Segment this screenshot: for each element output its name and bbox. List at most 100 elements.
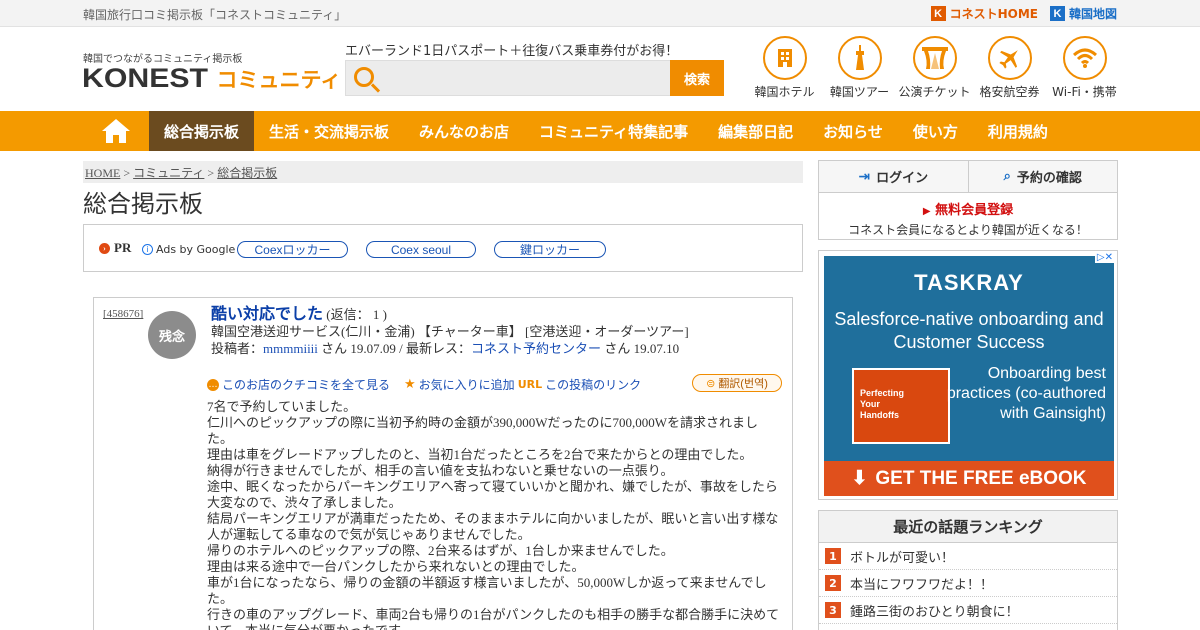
ranking-item[interactable]: 3 鍾路三街のおひとり朝食に！ bbox=[819, 597, 1117, 624]
member-note: コネスト会員になるとより韓国が近くなる！ bbox=[848, 223, 1088, 237]
breadcrumb-home[interactable]: HOME bbox=[85, 166, 120, 180]
post-body-line: 車が1台になったなら、帰りの金額の半額返す様言いましたが、50,000Wしか返っ… bbox=[207, 575, 767, 606]
konest-home-label: コネストHOME bbox=[949, 7, 1038, 21]
reply-count: (返信： 1 ) bbox=[326, 307, 387, 322]
post-body-line: 帰りのホテルへのピックアップの際、2台来るはずが、1台しか来ませんでした。 bbox=[207, 543, 674, 558]
promo-text[interactable]: エバーランド1日パスポート＋往復バス乗車券付がお得！ bbox=[345, 40, 678, 59]
shop-reviews-link[interactable]: … このお店のクチコミを全て見る bbox=[207, 376, 390, 393]
post-id[interactable]: [458676] bbox=[103, 308, 143, 320]
register-link[interactable]: ▶ 無料会員登録 bbox=[819, 199, 1117, 218]
ranking-label: 本当にフワフワだよ！！ bbox=[850, 577, 994, 593]
ranking-item[interactable]: 2 本当にフワフワだよ！！ bbox=[819, 570, 1117, 597]
search-icon bbox=[354, 67, 374, 87]
ad-pill-coex-seoul[interactable]: Coex seoul bbox=[366, 241, 476, 258]
nav-item-general-board[interactable]: 総合掲示板 bbox=[149, 111, 255, 151]
nav-home-button[interactable] bbox=[83, 111, 149, 151]
site-logo[interactable]: KONEST コミュニティ bbox=[82, 63, 341, 94]
translate-button[interactable]: ⊜ 翻訳(번역) bbox=[692, 374, 782, 392]
post-body: 7名で予約していました。 仁川へのピックアップの際に当初予約時の金額が390,0… bbox=[207, 399, 782, 630]
poster-name[interactable]: mmmmiiii bbox=[263, 341, 318, 356]
ad-banner[interactable]: TASKRAY Salesforce-native onboarding and… bbox=[818, 250, 1118, 500]
korea-map-link[interactable]: K 韓国地図 bbox=[1049, 5, 1117, 22]
login-label: ログイン bbox=[876, 171, 929, 186]
post-card: [458676] 残念 酷い対応でした (返信： 1 ) 韓国空港送迎サービス(… bbox=[93, 297, 793, 630]
favorite-link[interactable]: ★ お気に入りに追加 URL この投稿のリンク bbox=[404, 376, 641, 393]
translate-icon: ⊜ bbox=[706, 377, 716, 390]
search-input[interactable] bbox=[386, 65, 666, 91]
ad-choices-icon[interactable]: ▷✕ bbox=[1094, 252, 1115, 263]
post-body-line: 結局パーキングエリアが満車だったため、そのままホテルに向かいましたが、眠いと言い… bbox=[207, 511, 779, 542]
post-body-line: 仁川へのピックアップの際に当初予約時の金額が390,000Wだったのに700,0… bbox=[207, 415, 759, 446]
konest-k-icon: K bbox=[930, 6, 946, 21]
login-box: ⇥ ログイン ⌕ 予約の確認 ▶ 無料会員登録 コネスト会員になるとより韓国が近… bbox=[818, 160, 1118, 240]
login-button[interactable]: ⇥ ログイン bbox=[819, 161, 968, 192]
ranking-label: ボトルが可愛い！ bbox=[850, 550, 955, 566]
breadcrumb-sep: > bbox=[120, 166, 134, 180]
search-box bbox=[345, 60, 671, 96]
translate-label: 翻訳(번역) bbox=[718, 378, 768, 390]
login-icon: ⇥ bbox=[858, 168, 871, 185]
ad-cta-button[interactable]: ⬇ GET THE FREE eBOOK bbox=[824, 461, 1114, 496]
url-tag: URL bbox=[517, 378, 543, 391]
main-nav: 総合掲示板 生活・交流掲示板 みんなのお店 コミュニティ特集記事 編集部日記 お… bbox=[0, 111, 1200, 151]
pr-text: PR bbox=[114, 240, 132, 255]
last-reply-user[interactable]: コネスト予約センター bbox=[471, 341, 601, 356]
quick-nav-flight[interactable]: 格安航空券 bbox=[972, 36, 1047, 100]
ad-cta-label: GET THE FREE eBOOK bbox=[875, 467, 1087, 489]
post-body-line: 理由は来る途中で一台パンクしたから来れないとの理由でした。 bbox=[207, 559, 585, 574]
quick-nav-ticket[interactable]: 公演チケット bbox=[897, 36, 972, 100]
theater-icon bbox=[912, 36, 957, 80]
poster-prefix: 投稿者： bbox=[211, 341, 264, 356]
poster-suffix: さん 19.07.09 / 最新レス： bbox=[317, 341, 472, 356]
quick-nav-label: 韓国ホテル bbox=[754, 85, 815, 99]
post-meta: 酷い対応でした (返信： 1 ) 韓国空港送迎サービス(仁川・金浦) 【チャータ… bbox=[211, 306, 689, 357]
pr-label: › PR bbox=[99, 240, 131, 256]
post-body-line: 納得が行きませんでしたが、相手の言い値を支払わないと乗せないの一点張り。 bbox=[207, 463, 674, 478]
nav-item-life-board[interactable]: 生活・交流掲示板 bbox=[254, 111, 404, 151]
rank-number: 1 bbox=[825, 548, 841, 564]
breadcrumb-community[interactable]: コミュニティ bbox=[133, 166, 204, 180]
nav-item-shops[interactable]: みんなのお店 bbox=[404, 111, 524, 151]
nav-item-howto[interactable]: 使い方 bbox=[898, 111, 973, 151]
poster-line: 投稿者：mmmmiiii さん 19.07.09 / 最新レス：コネスト予約セン… bbox=[211, 340, 689, 357]
breadcrumb-current[interactable]: 総合掲示板 bbox=[217, 166, 277, 180]
quick-nav: 韓国ホテル 韓国ツアー 公演チケット 格安航空券 Wi-Fi・携帯 bbox=[747, 36, 1122, 100]
quick-nav-tour[interactable]: 韓国ツアー bbox=[822, 36, 897, 100]
page-title: 総合掲示板 bbox=[83, 192, 203, 218]
ad-pill-coex-locker[interactable]: Coexロッカー bbox=[237, 241, 348, 258]
post-title[interactable]: 酷い対応でした bbox=[211, 306, 323, 323]
quick-nav-hotel[interactable]: 韓国ホテル bbox=[747, 36, 822, 100]
arrow-right-icon: ▶ bbox=[922, 206, 931, 217]
airplane-icon bbox=[987, 36, 1032, 80]
home-icon bbox=[102, 119, 130, 143]
pr-box: › PR i Ads by Google Coexロッカー Coex seoul… bbox=[83, 224, 803, 272]
post-body-line: 行きの車のアップグレード、車両2台も帰りの1台がパンクしたのも相手の勝手な都合勝… bbox=[207, 607, 780, 630]
post-body-line: 7名で予約していました。 bbox=[207, 399, 357, 414]
ad-pill-key-locker[interactable]: 鍵ロッカー bbox=[494, 241, 606, 258]
reservation-check-button[interactable]: ⌕ 予約の確認 bbox=[967, 161, 1118, 192]
nav-item-features[interactable]: コミュニティ特集記事 bbox=[524, 111, 703, 151]
ad-book-title: Perfecting Your Handoffs bbox=[860, 388, 905, 420]
logo-konest: KONEST bbox=[82, 63, 209, 93]
site-note: 韓国旅行口コミ掲示板「コネストコミュニティ」 bbox=[83, 8, 347, 22]
search-icon: ⌕ bbox=[1003, 169, 1011, 184]
wifi-icon bbox=[1062, 36, 1107, 80]
ads-by-label: Ads by Google bbox=[156, 243, 236, 256]
register-label: 無料会員登録 bbox=[935, 203, 1014, 218]
konest-home-link[interactable]: K コネストHOME bbox=[930, 5, 1038, 22]
breadcrumb: HOME > コミュニティ > 総合掲示板 bbox=[83, 161, 803, 183]
ads-by-google[interactable]: i Ads by Google bbox=[142, 243, 235, 256]
hotel-icon bbox=[762, 36, 807, 80]
rank-number: 3 bbox=[825, 602, 841, 618]
nav-item-diary[interactable]: 編集部日記 bbox=[703, 111, 808, 151]
quick-nav-label: Wi-Fi・携帯 bbox=[1052, 85, 1117, 99]
ranking-item[interactable]: 1 ボトルが可愛い！ bbox=[819, 543, 1117, 570]
search-button[interactable]: 検索 bbox=[670, 60, 724, 96]
ad-inner: TASKRAY Salesforce-native onboarding and… bbox=[824, 256, 1114, 496]
post-link-label: この投稿のリンク bbox=[545, 378, 642, 392]
quick-nav-wifi[interactable]: Wi-Fi・携帯 bbox=[1047, 36, 1122, 100]
quick-nav-label: 格安航空券 bbox=[979, 85, 1040, 99]
nav-item-terms[interactable]: 利用規約 bbox=[973, 111, 1063, 151]
nav-item-news[interactable]: お知らせ bbox=[808, 111, 898, 151]
login-row: ⇥ ログイン ⌕ 予約の確認 bbox=[819, 161, 1117, 193]
